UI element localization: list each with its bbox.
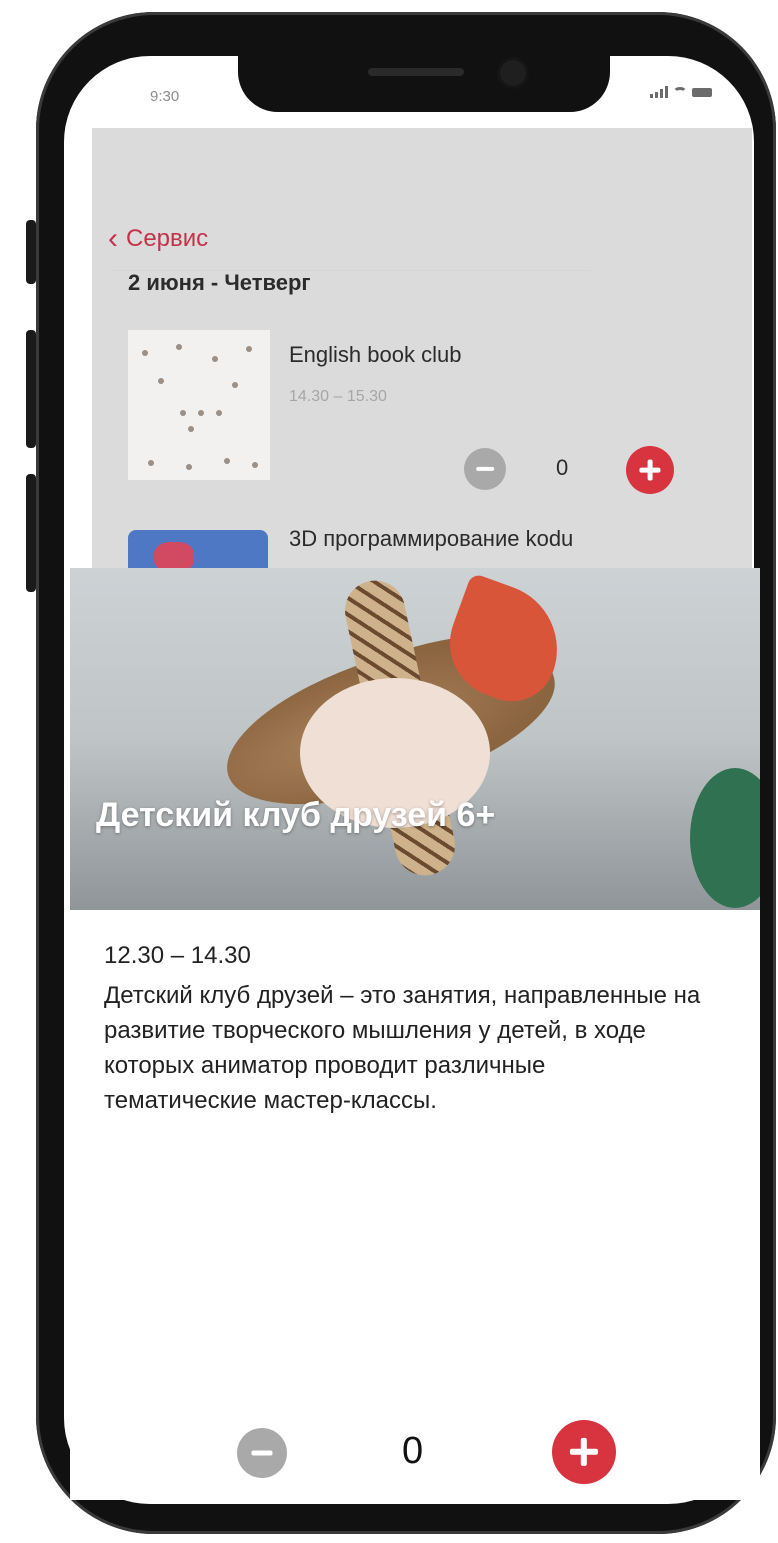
volume-down-button bbox=[26, 474, 36, 592]
decrement-button[interactable] bbox=[464, 448, 506, 490]
event-detail-description: Детский клуб друзей – это занятия, напра… bbox=[104, 982, 701, 1114]
chevron-left-icon: ‹ bbox=[108, 222, 118, 255]
quantity-value: 0 bbox=[556, 455, 569, 480]
date-header: 2 июня - Четверг bbox=[128, 270, 311, 295]
event-detail-title: Детский клуб друзей 6+ bbox=[96, 796, 496, 834]
signal-icon bbox=[650, 86, 668, 98]
event-time: 14.30 – 15.30 bbox=[289, 388, 387, 405]
increment-button[interactable] bbox=[626, 446, 674, 494]
back-label: Сервис bbox=[126, 225, 209, 252]
event-title[interactable]: English book club bbox=[289, 342, 461, 368]
notch bbox=[238, 50, 610, 112]
event-hero-image bbox=[70, 568, 760, 910]
increment-button[interactable] bbox=[552, 1420, 616, 1484]
event-thumbnail[interactable] bbox=[128, 330, 270, 480]
wifi-icon bbox=[673, 87, 687, 97]
minus-circle-icon bbox=[476, 466, 494, 472]
battery-icon bbox=[692, 87, 712, 97]
decrement-button[interactable] bbox=[237, 1428, 287, 1478]
silent-switch bbox=[26, 220, 36, 284]
event-title[interactable]: 3D программирование kodu bbox=[289, 526, 573, 552]
stage: ‹ Сервис 2 июня - Четверг English book c… bbox=[0, 0, 778, 1543]
back-button[interactable]: ‹ Сервис bbox=[108, 224, 208, 254]
status-icons bbox=[650, 86, 712, 98]
volume-up-button bbox=[26, 330, 36, 448]
event-thumbnail[interactable] bbox=[128, 530, 268, 570]
status-time: 9:30 bbox=[150, 88, 180, 105]
quantity-value: 0 bbox=[402, 1430, 424, 1472]
event-detail-time: 12.30 – 14.30 bbox=[104, 942, 251, 969]
minus-circle-icon bbox=[251, 1450, 273, 1456]
